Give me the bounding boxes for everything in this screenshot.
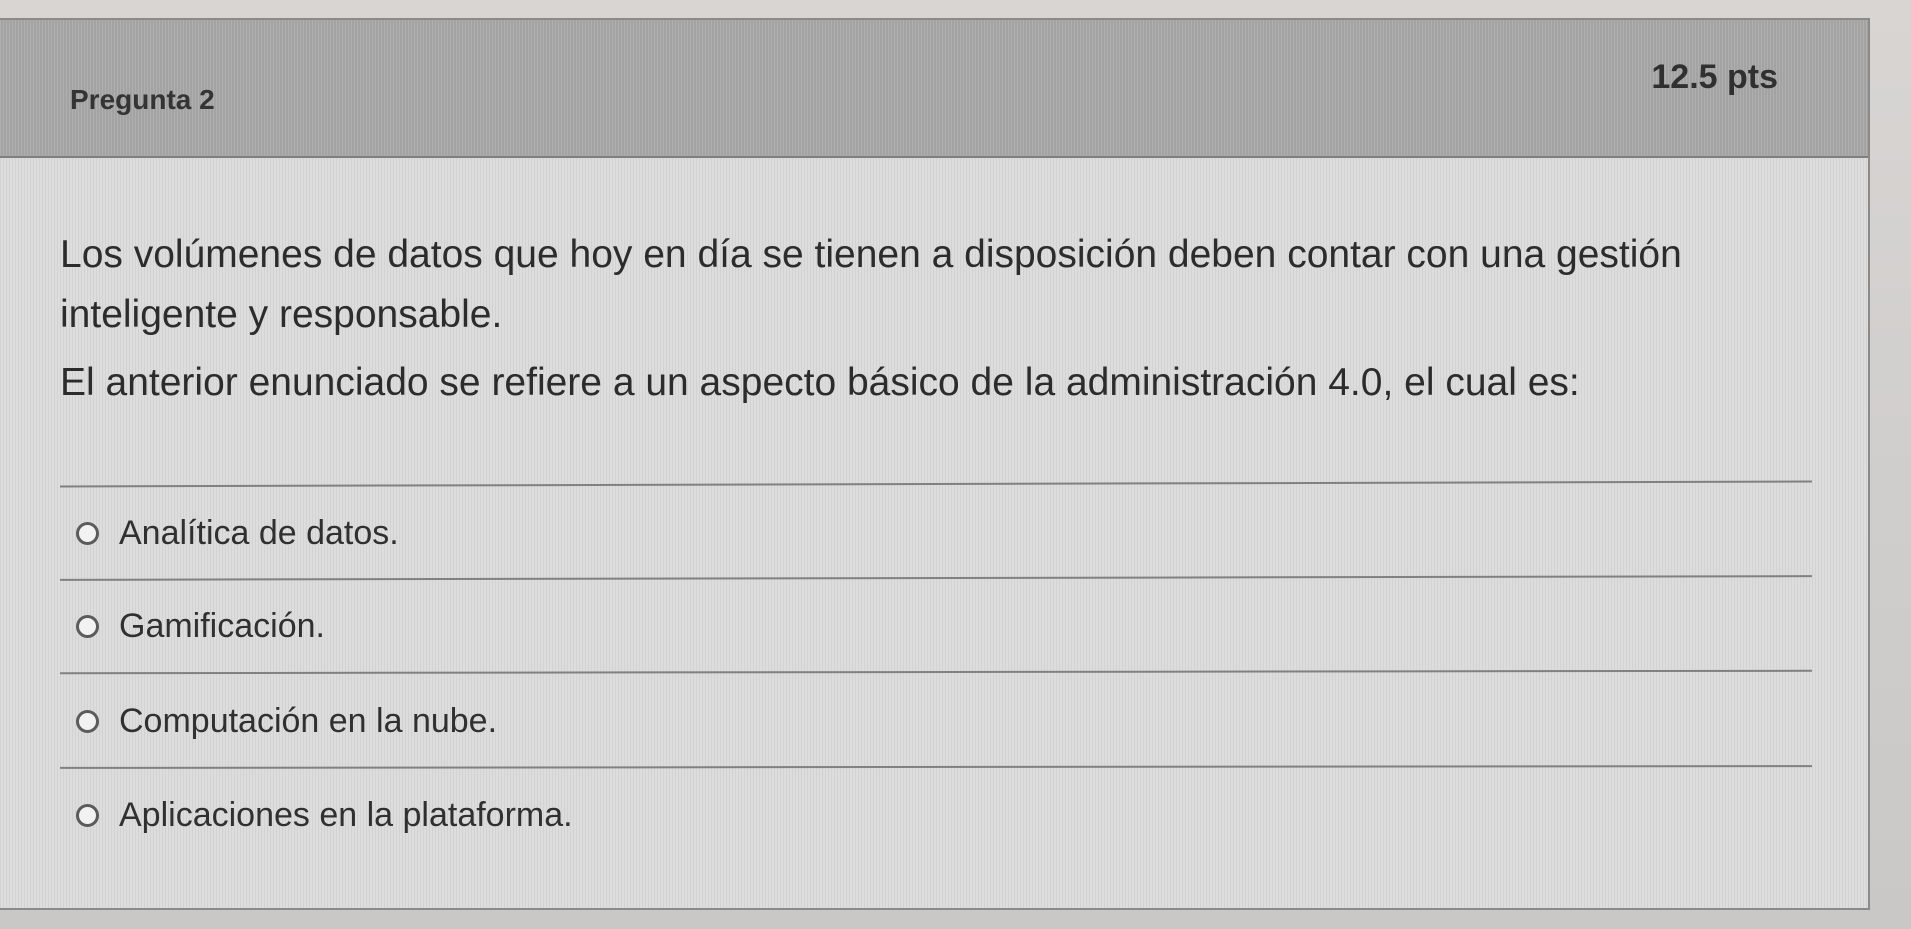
question-stem: Los volúmenes de datos que hoy en día se… bbox=[60, 225, 1820, 345]
question-title: Pregunta 2 bbox=[70, 84, 215, 115]
question-body: Los volúmenes de datos que hoy en día se… bbox=[60, 225, 1820, 409]
answer-option-gamificacion[interactable]: Gamificación. bbox=[76, 607, 325, 646]
radio-button-icon[interactable] bbox=[76, 522, 99, 545]
question-points: 12.5 pts bbox=[1651, 58, 1778, 96]
answer-option-label: Analítica de datos. bbox=[119, 514, 399, 552]
answer-divider bbox=[59, 765, 1813, 769]
radio-button-icon[interactable] bbox=[76, 615, 99, 638]
answer-option-computacion-en-la-nube[interactable]: Computación en la nube. bbox=[76, 702, 497, 741]
answer-divider bbox=[60, 480, 1812, 488]
answer-option-label: Gamificación. bbox=[119, 607, 325, 645]
answer-divider bbox=[59, 575, 1813, 581]
question-stem-line-1: Los volúmenes de datos que hoy en día se… bbox=[60, 233, 1682, 276]
question-card: Pregunta 2 12.5 pts Los volúmenes de dat… bbox=[0, 18, 1870, 910]
question-prompt: El anterior enunciado se refiere a un as… bbox=[60, 361, 1580, 404]
answer-divider bbox=[59, 669, 1813, 675]
question-header: Pregunta 2 12.5 pts bbox=[0, 20, 1868, 158]
question-stem-line-2: inteligente y responsable. bbox=[60, 293, 503, 336]
answer-option-aplicaciones-en-la-plataforma[interactable]: Aplicaciones en la plataforma. bbox=[76, 796, 573, 835]
answer-option-analitica-de-datos[interactable]: Analítica de datos. bbox=[76, 514, 399, 553]
radio-button-icon[interactable] bbox=[76, 710, 99, 733]
answer-option-label: Aplicaciones en la plataforma. bbox=[119, 796, 573, 834]
answer-option-label: Computación en la nube. bbox=[119, 702, 498, 740]
radio-button-icon[interactable] bbox=[76, 804, 99, 827]
